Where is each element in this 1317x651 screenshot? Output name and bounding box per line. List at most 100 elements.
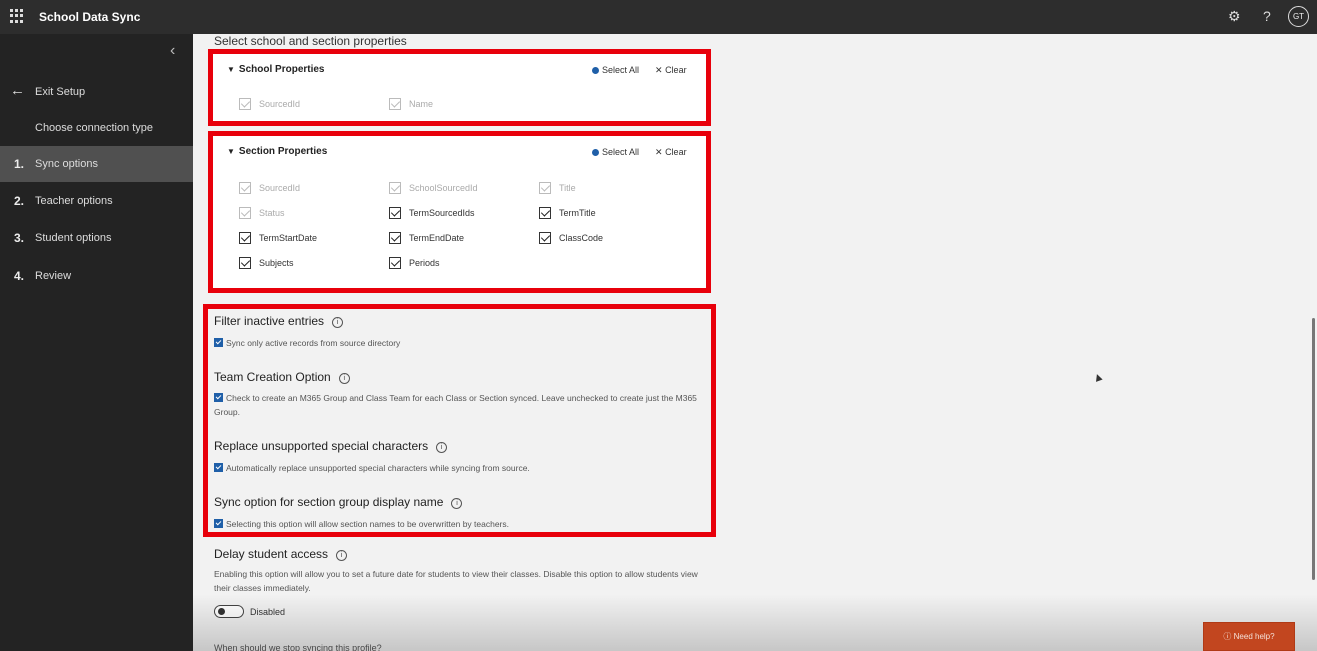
info-icon[interactable]: i [436, 442, 448, 453]
step-number: 1. [14, 157, 25, 171]
section-field-subjects[interactable]: Subjects [239, 257, 294, 269]
sidebar-item-student-options[interactable]: 3. Student options [0, 220, 193, 256]
field-label: TermEndDate [409, 233, 465, 243]
vertical-scrollbar[interactable] [1312, 318, 1315, 580]
select-all-label: Select All [602, 65, 640, 75]
checkbox[interactable] [239, 257, 251, 269]
section-properties-header[interactable]: ▼ Section Properties [227, 146, 327, 157]
section-field-termstartdate[interactable]: TermStartDate [239, 232, 317, 244]
option-filter-inactive[interactable]: Sync only active records from source dir… [214, 336, 709, 350]
checkbox[interactable] [539, 182, 551, 194]
school-properties-header[interactable]: ▼ School Properties [227, 64, 325, 75]
choose-connection-label: Choose connection type [35, 122, 154, 134]
section-field-status[interactable]: Status [239, 207, 285, 219]
school-select-all-button[interactable]: Select All [592, 65, 639, 75]
need-help-button[interactable]: ⓘ Need help? [1203, 622, 1295, 651]
field-label: SchoolSourcedId [409, 183, 478, 193]
checkbox[interactable] [389, 207, 401, 219]
section-field-classcode[interactable]: ClassCode [539, 232, 603, 244]
section-clear-button[interactable]: ✕ Clear [655, 147, 687, 158]
section-field-schoolsourcedid[interactable]: SchoolSourcedId [389, 182, 478, 194]
checkbox[interactable] [214, 463, 223, 472]
need-help-label: Need help? [1233, 632, 1275, 641]
checkbox[interactable] [214, 393, 223, 402]
school-clear-button[interactable]: ✕ Clear [655, 65, 687, 76]
checkbox[interactable] [239, 207, 251, 219]
school-properties-title: School Properties [238, 64, 325, 75]
step-number: 4. [14, 269, 25, 283]
checkbox[interactable] [239, 98, 251, 110]
delay-title-text: Delay student access [214, 547, 329, 561]
section-field-termenddate[interactable]: TermEndDate [389, 232, 464, 244]
sidebar: ‹ ← Exit Setup Choose connection type 1.… [0, 34, 193, 651]
stop-syncing-question: When should we stop syncing this profile… [214, 643, 382, 651]
sync-options-panel: Filter inactive entries i Sync only activ… [203, 304, 716, 537]
checkbox[interactable] [389, 257, 401, 269]
checkbox[interactable] [389, 98, 401, 110]
section-field-termsourcedids[interactable]: TermSourcedIds [389, 207, 475, 219]
option-title-section-group-name: Sync option for section group display na… [214, 495, 463, 509]
sidebar-item-review[interactable]: 4. Review [0, 258, 193, 294]
option-replace-special-chars[interactable]: Automatically replace unsupported specia… [214, 461, 709, 475]
option-description: Sync only active records from source dir… [226, 338, 401, 348]
choose-connection-link[interactable]: Choose connection type [0, 110, 193, 146]
option-title-replace-special-chars: Replace unsupported special characters i [214, 439, 448, 453]
option-section-group-name[interactable]: Selecting this option will allow section… [214, 517, 709, 531]
delay-student-access-toggle[interactable] [214, 605, 244, 618]
checkbox[interactable] [239, 182, 251, 194]
checkbox[interactable] [389, 182, 401, 194]
option-team-creation[interactable]: Check to create an M365 Group and Class … [214, 391, 709, 419]
info-icon[interactable]: i [336, 550, 348, 561]
section-properties-card: ▼ Section Properties Select All ✕ Clear S… [208, 131, 711, 293]
option-title-text: Replace unsupported special characters [214, 439, 429, 453]
step-label: Review [35, 270, 72, 282]
checkbox[interactable] [539, 232, 551, 244]
school-field-sourcedid[interactable]: SourcedId [239, 98, 300, 110]
option-title-filter-inactive: Filter inactive entries i [214, 314, 344, 328]
info-icon[interactable]: i [451, 498, 463, 509]
field-label: Periods [409, 258, 440, 268]
clear-label: Clear [665, 147, 687, 157]
chevron-left-icon[interactable]: ‹ [170, 42, 175, 60]
school-field-name[interactable]: Name [389, 98, 433, 110]
close-icon: ✕ [655, 147, 663, 157]
option-description: Automatically replace unsupported specia… [226, 463, 530, 473]
checkbox[interactable] [539, 207, 551, 219]
avatar[interactable]: GT [1288, 6, 1309, 27]
field-label: TermTitle [559, 208, 596, 218]
question-icon[interactable]: ? [1263, 8, 1271, 24]
exit-setup-label: Exit Setup [35, 86, 86, 98]
sidebar-item-sync-options[interactable]: 1. Sync options [0, 146, 193, 182]
gear-icon[interactable]: ⚙ [1228, 8, 1241, 25]
sidebar-item-teacher-options[interactable]: 2. Teacher options [0, 183, 193, 219]
school-properties-card: ▼ School Properties Select All ✕ Clear So… [208, 49, 711, 126]
exit-setup-link[interactable]: ← Exit Setup [0, 74, 193, 110]
select-all-icon [592, 149, 599, 156]
help-icon: ⓘ [1223, 632, 1232, 641]
app-launcher-icon[interactable] [10, 9, 24, 23]
field-label: Status [259, 208, 285, 218]
info-icon[interactable]: i [338, 373, 350, 384]
checkbox[interactable] [239, 232, 251, 244]
section-field-title[interactable]: Title [539, 182, 576, 194]
caret-down-icon: ▼ [227, 65, 235, 74]
checkbox[interactable] [214, 338, 223, 347]
section-field-termtitle[interactable]: TermTitle [539, 207, 596, 219]
field-label: Subjects [259, 258, 294, 268]
field-label: SourcedId [259, 183, 301, 193]
option-title-team-creation: Team Creation Option i [214, 370, 350, 384]
checkbox[interactable] [214, 519, 223, 528]
section-select-all-button[interactable]: Select All [592, 147, 639, 157]
option-description: Check to create an M365 Group and Class … [214, 393, 697, 417]
section-field-periods[interactable]: Periods [389, 257, 440, 269]
checkbox[interactable] [389, 232, 401, 244]
option-title-text: Filter inactive entries [214, 314, 325, 328]
step-label: Sync options [35, 158, 98, 170]
app-title: School Data Sync [39, 10, 141, 24]
step-label: Student options [35, 232, 112, 244]
section-field-sourcedid[interactable]: SourcedId [239, 182, 300, 194]
delay-student-access-title: Delay student access i [214, 547, 348, 561]
page-title: Select school and section properties [214, 34, 407, 48]
info-icon[interactable]: i [332, 317, 344, 328]
close-icon: ✕ [655, 65, 663, 75]
